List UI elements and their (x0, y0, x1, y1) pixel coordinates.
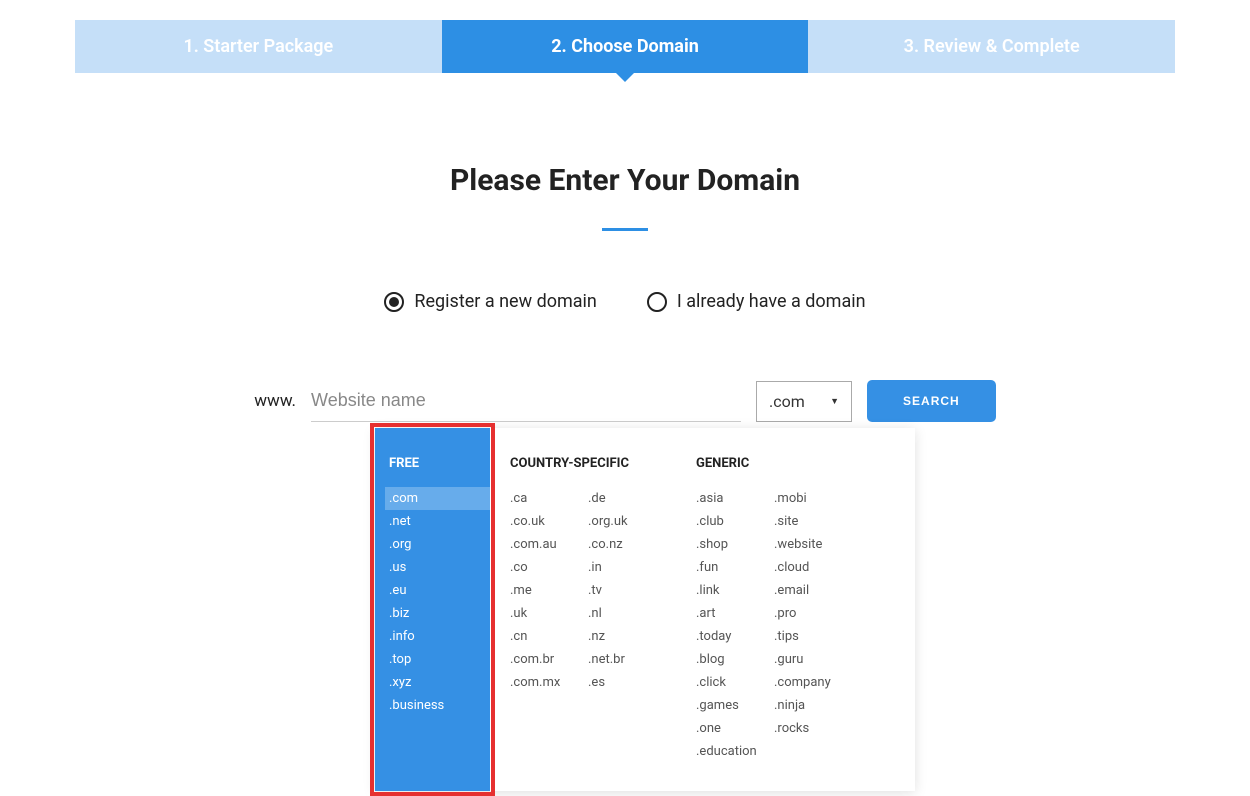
tld-item[interactable]: .cloud (774, 556, 852, 579)
tld-item[interactable]: .nz (588, 625, 666, 648)
radio-selected-icon (384, 292, 404, 312)
domain-name-input[interactable] (311, 380, 741, 422)
tld-item[interactable]: .nl (588, 602, 666, 625)
radio-existing-label: I already have a domain (677, 291, 866, 312)
tld-item[interactable]: .rocks (774, 717, 852, 740)
tld-dropdown-panel: FREE .com .net .org .us .eu .biz .info .… (375, 428, 915, 791)
radio-already-have[interactable]: I already have a domain (647, 291, 866, 312)
tld-item-com[interactable]: .com (385, 487, 490, 510)
page-title: Please Enter Your Domain (75, 163, 1175, 198)
tld-item[interactable]: .cn (510, 625, 588, 648)
tld-item-business[interactable]: .business (385, 694, 490, 717)
radio-unselected-icon (647, 292, 667, 312)
tld-item[interactable]: .club (696, 510, 774, 533)
tld-item[interactable]: .games (696, 694, 774, 717)
title-divider (602, 228, 648, 231)
radio-register-label: Register a new domain (414, 291, 596, 312)
step-choose-domain[interactable]: 2. Choose Domain (442, 20, 809, 73)
tld-item[interactable]: .website (774, 533, 852, 556)
tld-item-biz[interactable]: .biz (385, 602, 490, 625)
tld-item[interactable]: .click (696, 671, 774, 694)
tld-selector[interactable]: .com ▼ (756, 381, 852, 422)
tld-item[interactable]: .asia (696, 487, 774, 510)
tld-item[interactable]: .art (696, 602, 774, 625)
tld-item[interactable]: .guru (774, 648, 852, 671)
tld-item[interactable]: .me (510, 579, 588, 602)
tld-item[interactable]: .com.au (510, 533, 588, 556)
search-button[interactable]: SEARCH (867, 380, 996, 422)
free-tld-column: FREE .com .net .org .us .eu .biz .info .… (375, 428, 490, 791)
radio-register-new[interactable]: Register a new domain (384, 291, 596, 312)
tld-item-top[interactable]: .top (385, 648, 490, 671)
tld-item[interactable]: .co.uk (510, 510, 588, 533)
tld-item[interactable]: .shop (696, 533, 774, 556)
tld-item[interactable]: .es (588, 671, 666, 694)
tld-item[interactable]: .tv (588, 579, 666, 602)
tld-item-info[interactable]: .info (385, 625, 490, 648)
tld-item-net[interactable]: .net (385, 510, 490, 533)
step-review-complete[interactable]: 3. Review & Complete (808, 20, 1175, 73)
tld-item[interactable]: .net.br (588, 648, 666, 671)
tld-item-us[interactable]: .us (385, 556, 490, 579)
tld-item-org[interactable]: .org (385, 533, 490, 556)
tld-item[interactable]: .fun (696, 556, 774, 579)
progress-steps: 1. Starter Package 2. Choose Domain 3. R… (75, 20, 1175, 73)
tld-item[interactable]: .company (774, 671, 852, 694)
tld-selected-label: .com (769, 392, 805, 411)
tld-item[interactable]: .org.uk (588, 510, 666, 533)
tld-item-xyz[interactable]: .xyz (385, 671, 490, 694)
tld-item[interactable]: .pro (774, 602, 852, 625)
tld-item-eu[interactable]: .eu (385, 579, 490, 602)
domain-option-radio-group: Register a new domain I already have a d… (75, 291, 1175, 312)
step-starter-package[interactable]: 1. Starter Package (75, 20, 442, 73)
tld-item[interactable]: .de (588, 487, 666, 510)
tld-item[interactable]: .com.mx (510, 671, 588, 694)
tld-item[interactable]: .email (774, 579, 852, 602)
tld-item[interactable]: .link (696, 579, 774, 602)
tld-item[interactable]: .mobi (774, 487, 852, 510)
tld-item[interactable]: .uk (510, 602, 588, 625)
tld-item[interactable]: .co.nz (588, 533, 666, 556)
domain-search-row: www. .com ▼ SEARCH (75, 380, 1175, 422)
tld-item[interactable]: .tips (774, 625, 852, 648)
tld-item[interactable]: .ca (510, 487, 588, 510)
tld-item[interactable]: .one (696, 717, 774, 740)
tld-item[interactable]: .education (696, 740, 774, 763)
tld-item[interactable]: .site (774, 510, 852, 533)
generic-column-title: GENERIC (696, 456, 852, 471)
tld-item[interactable]: .in (588, 556, 666, 579)
tld-item[interactable]: .co (510, 556, 588, 579)
tld-item[interactable]: .ninja (774, 694, 852, 717)
tld-item[interactable]: .com.br (510, 648, 588, 671)
country-column-title: COUNTRY-SPECIFIC (510, 456, 666, 471)
tld-item[interactable]: .blog (696, 648, 774, 671)
free-column-title: FREE (389, 456, 490, 471)
tld-item[interactable]: .today (696, 625, 774, 648)
chevron-down-icon: ▼ (830, 396, 839, 407)
www-prefix-label: www. (254, 391, 296, 411)
